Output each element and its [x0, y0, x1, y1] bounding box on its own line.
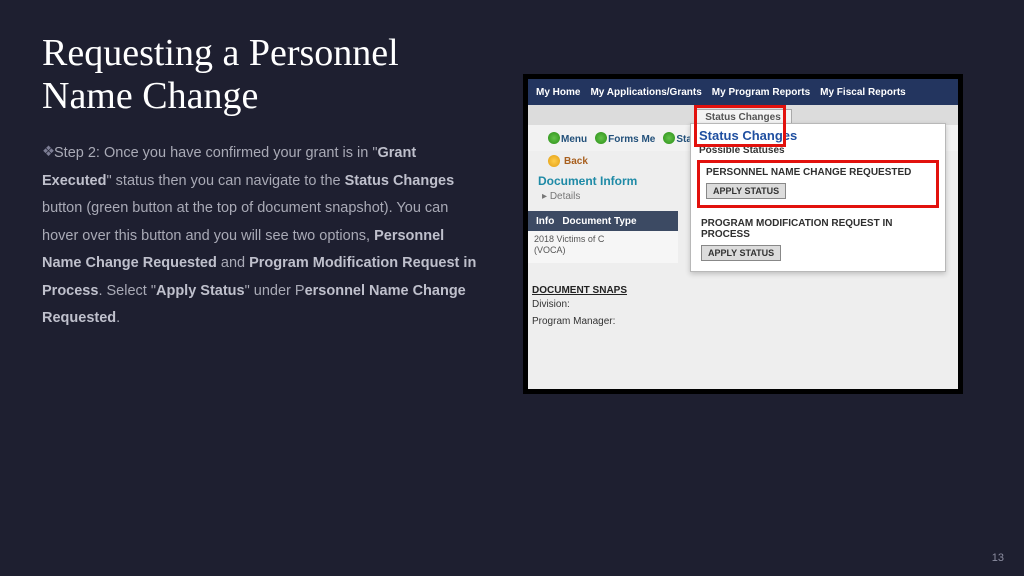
snapshot-row-manager: Program Manager:: [528, 313, 958, 330]
back-icon: [548, 155, 560, 167]
nav-fiscal[interactable]: My Fiscal Reports: [820, 87, 906, 98]
highlight-box-option: PERSONNEL NAME CHANGE REQUESTED APPLY ST…: [697, 160, 939, 208]
screenshot-frame: My Home My Applications/Grants My Progra…: [523, 74, 963, 394]
status-changes-dropdown: Status Changes Possible Statuses PERSONN…: [690, 123, 946, 272]
snapshot-header: DOCUMENT SNAPS: [528, 285, 678, 296]
tool-menu[interactable]: Menu: [548, 132, 587, 145]
green-dot-icon: [663, 132, 675, 144]
left-column: Requesting a Personnel Name Change ❖Step…: [42, 32, 502, 552]
step-text: ❖Step 2: Once you have confirmed your gr…: [42, 139, 484, 333]
dropdown-subtitle: Possible Statuses: [691, 145, 945, 160]
green-dot-icon: [595, 132, 607, 144]
apply-status-button-1[interactable]: APPLY STATUS: [706, 183, 786, 199]
slide: Requesting a Personnel Name Change ❖Step…: [0, 0, 1024, 576]
nav-reports[interactable]: My Program Reports: [712, 87, 810, 98]
tool-forms[interactable]: Forms Me: [595, 132, 655, 145]
page-number: 13: [992, 552, 1004, 564]
bullet-icon: ❖: [42, 139, 52, 167]
info-header: Info Document Type: [528, 211, 678, 231]
screenshot: My Home My Applications/Grants My Progra…: [528, 79, 958, 389]
nav-home[interactable]: My Home: [536, 87, 580, 98]
back-link[interactable]: Back: [564, 156, 588, 167]
option-program-modification: PROGRAM MODIFICATION REQUEST IN PROCESS: [701, 218, 935, 240]
snapshot-row-division: Division:: [528, 296, 958, 313]
slide-title: Requesting a Personnel Name Change: [42, 32, 484, 117]
dropdown-lower: PROGRAM MODIFICATION REQUEST IN PROCESS …: [691, 214, 945, 261]
info-body: 2018 Victims of C (VOCA): [528, 231, 678, 263]
green-dot-icon: [548, 132, 560, 144]
right-column: My Home My Applications/Grants My Progra…: [502, 32, 984, 552]
dropdown-title: Status Changes: [691, 124, 945, 145]
top-navbar: My Home My Applications/Grants My Progra…: [528, 79, 958, 105]
nav-apps[interactable]: My Applications/Grants: [590, 87, 701, 98]
tab-row: Status Changes: [528, 105, 958, 125]
apply-status-button-2[interactable]: APPLY STATUS: [701, 245, 781, 261]
option-personnel-name-change: PERSONNEL NAME CHANGE REQUESTED: [706, 167, 930, 178]
